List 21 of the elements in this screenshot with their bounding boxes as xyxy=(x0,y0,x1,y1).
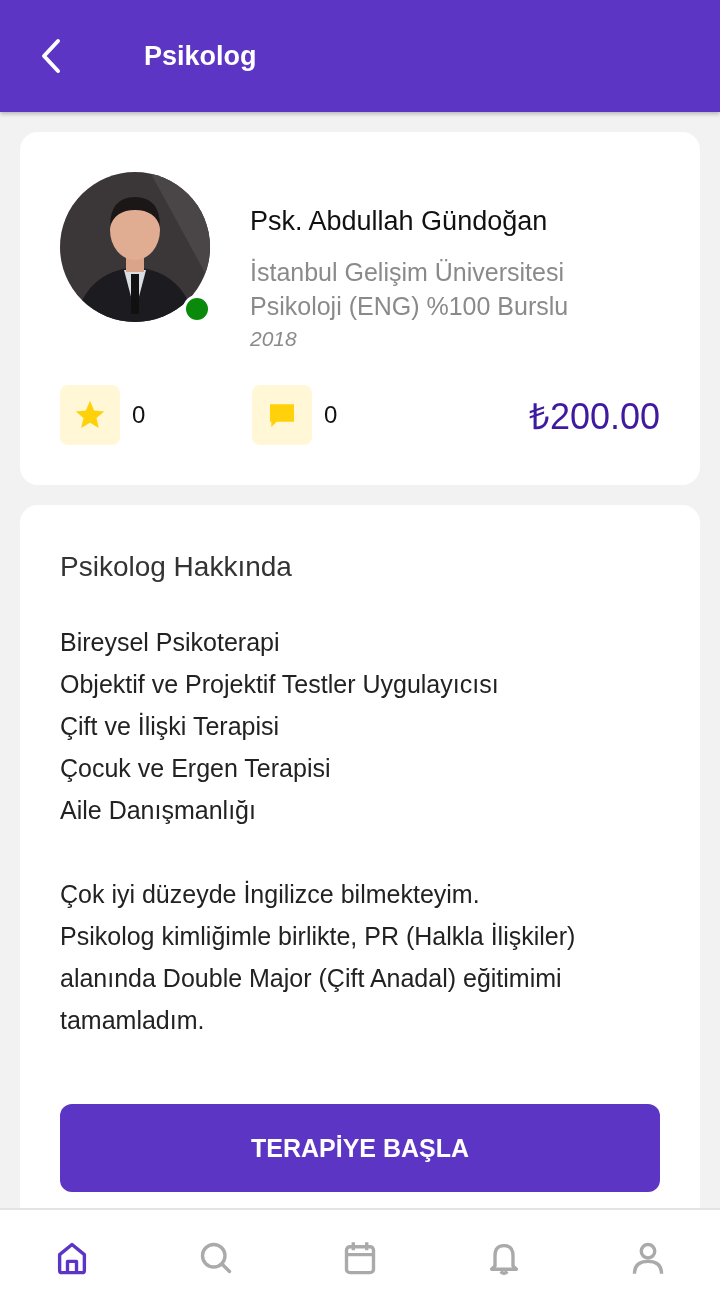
comment-count: 0 xyxy=(324,401,339,429)
section-title: Psikolog Hakkında xyxy=(60,551,293,583)
about-text-line: Çift ve İlişki Terapisi xyxy=(60,711,281,742)
rating-count: 0 xyxy=(132,401,147,429)
education-line: Psikoloji (ENG) %100 Burslu xyxy=(250,291,569,322)
psychologist-name: Psk. Abdullah Gündoğan xyxy=(250,206,549,237)
education-line: İstanbul Gelişim Üniversitesi xyxy=(250,257,565,288)
about-text-line: Çocuk ve Ergen Terapisi xyxy=(60,753,332,784)
about-text-line: tamamladım. xyxy=(60,1005,206,1036)
about-text-line: Bireysel Psikoterapi xyxy=(60,627,281,658)
about-text-line: Çok iyi düzeyde İngilizce bilmekteyim. xyxy=(60,879,481,910)
page-title: Psikolog xyxy=(144,40,257,72)
graduation-year: 2018 xyxy=(250,327,298,351)
about-text-line: Aile Danışmanlığı xyxy=(60,795,257,826)
comment-icon xyxy=(252,385,312,445)
about-text-line: Objektif ve Projektif Testler Uygulayıcısı xyxy=(60,669,500,700)
session-price: ₺200.00 xyxy=(528,394,660,439)
about-text-line: alanında Double Major (Çift Anadal) eğitimimi xyxy=(60,963,563,994)
calendar-icon[interactable] xyxy=(342,1239,378,1276)
start-therapy-button[interactable]: TERAPİYE BAŞLA xyxy=(60,1104,660,1192)
about-text-line: Psikolog kimliğimle birlikte, PR (Halkla İlişkiler) xyxy=(60,921,577,952)
